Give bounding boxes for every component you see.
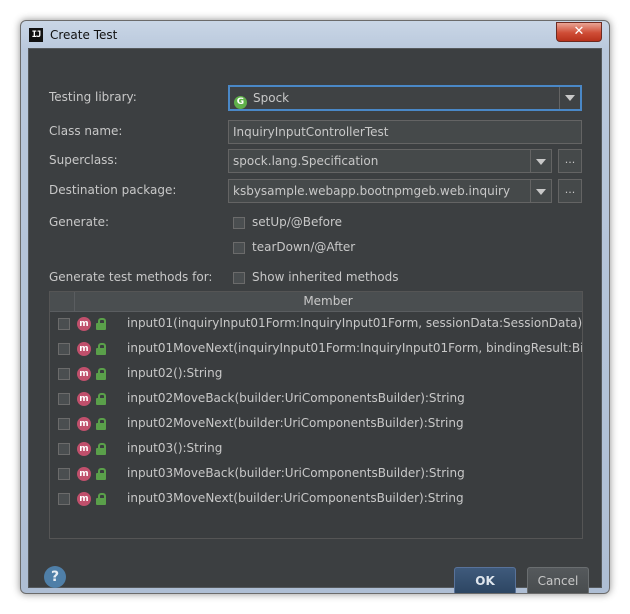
table-row[interactable]: m input03():String xyxy=(50,437,582,462)
row-checkbox[interactable] xyxy=(58,443,70,455)
row-checkbox[interactable] xyxy=(58,368,70,380)
method-icon: m xyxy=(77,442,91,456)
table-header: Member xyxy=(50,292,582,312)
member-column-header: Member xyxy=(303,294,353,308)
chevron-down-icon[interactable] xyxy=(530,150,551,172)
create-test-dialog: IJ Create Test ✕ Testing library: G Spock… xyxy=(20,20,610,594)
testing-library-value: Spock xyxy=(253,91,290,105)
testing-library-label: Testing library: xyxy=(49,90,137,104)
method-signature: input03MoveNext(builder:UriComponentsBui… xyxy=(127,491,464,505)
method-icon: m xyxy=(77,392,91,406)
row-checkbox[interactable] xyxy=(58,343,70,355)
ok-button[interactable]: OK xyxy=(454,567,516,593)
method-icon: m xyxy=(77,492,91,506)
title-bar[interactable]: IJ Create Test ✕ xyxy=(21,21,609,49)
teardown-checkbox[interactable] xyxy=(233,242,245,254)
public-lock-icon xyxy=(96,443,106,455)
method-signature: input01(inquiryInput01Form:InquiryInput0… xyxy=(127,316,583,330)
method-icon: m xyxy=(77,367,91,381)
class-name-label: Class name: xyxy=(49,124,123,138)
member-table[interactable]: Member m input01(inquiryInput01Form:Inqu… xyxy=(49,291,583,539)
method-signature: input03():String xyxy=(127,441,223,455)
chevron-down-icon[interactable] xyxy=(530,180,551,202)
superclass-browse-button[interactable]: ... xyxy=(558,149,582,173)
close-button[interactable]: ✕ xyxy=(556,22,602,42)
public-lock-icon xyxy=(96,343,106,355)
table-row[interactable]: m input03MoveBack(builder:UriComponentsB… xyxy=(50,462,582,487)
table-row[interactable]: m input02MoveNext(builder:UriComponentsB… xyxy=(50,412,582,437)
public-lock-icon xyxy=(96,393,106,405)
public-lock-icon xyxy=(96,368,106,380)
destination-package-value: ksbysample.webapp.bootnpmgeb.web.inquiry xyxy=(233,184,511,198)
row-checkbox[interactable] xyxy=(58,393,70,405)
generate-label: Generate: xyxy=(49,215,110,229)
teardown-option-label: tearDown/@After xyxy=(252,240,356,254)
class-name-input[interactable]: InquiryInputControllerTest xyxy=(228,120,582,144)
table-row[interactable]: m input03MoveNext(builder:UriComponentsB… xyxy=(50,487,582,512)
generate-methods-label: Generate test methods for: xyxy=(49,270,213,284)
method-icon: m xyxy=(77,467,91,481)
method-icon: m xyxy=(77,317,91,331)
method-signature: input02MoveBack(builder:UriComponentsBui… xyxy=(127,391,465,405)
setup-option-label: setUp/@Before xyxy=(252,215,343,229)
method-signature: input02():String xyxy=(127,366,223,380)
method-icon: m xyxy=(77,417,91,431)
testing-library-select[interactable]: G Spock xyxy=(228,85,582,111)
table-row[interactable]: m input01(inquiryInput01Form:InquiryInpu… xyxy=(50,312,582,337)
method-icon: m xyxy=(77,342,91,356)
checkbox-column-header xyxy=(50,292,75,311)
public-lock-icon xyxy=(96,318,106,330)
destination-package-combo[interactable]: ksbysample.webapp.bootnpmgeb.web.inquiry xyxy=(228,179,552,203)
intellij-app-icon: IJ xyxy=(29,28,43,42)
show-inherited-label: Show inherited methods xyxy=(252,270,399,284)
destination-package-label: Destination package: xyxy=(49,183,177,197)
table-row[interactable]: m input02():String xyxy=(50,362,582,387)
chevron-down-icon[interactable] xyxy=(559,87,580,109)
superclass-value: spock.lang.Specification xyxy=(233,154,379,168)
superclass-combo[interactable]: spock.lang.Specification xyxy=(228,149,552,173)
public-lock-icon xyxy=(96,468,106,480)
dialog-content: Testing library: G Spock Class name: Inqu… xyxy=(28,48,602,593)
setup-checkbox[interactable] xyxy=(233,217,245,229)
show-inherited-checkbox[interactable] xyxy=(233,272,245,284)
table-row[interactable]: m input01MoveNext(inquiryInput01Form:Inq… xyxy=(50,337,582,362)
row-checkbox[interactable] xyxy=(58,418,70,430)
method-signature: input02MoveNext(builder:UriComponentsBui… xyxy=(127,416,464,430)
public-lock-icon xyxy=(96,418,106,430)
method-signature: input01MoveNext(inquiryInput01Form:Inqui… xyxy=(127,341,583,355)
row-checkbox[interactable] xyxy=(58,468,70,480)
window-title: Create Test xyxy=(50,28,118,42)
help-icon[interactable]: ? xyxy=(44,566,66,588)
superclass-label: Superclass: xyxy=(49,153,118,167)
public-lock-icon xyxy=(96,493,106,505)
method-signature: input03MoveBack(builder:UriComponentsBui… xyxy=(127,466,465,480)
destination-package-browse-button[interactable]: ... xyxy=(558,179,582,203)
table-row[interactable]: m input02MoveBack(builder:UriComponentsB… xyxy=(50,387,582,412)
row-checkbox[interactable] xyxy=(58,493,70,505)
cancel-button[interactable]: Cancel xyxy=(527,567,589,593)
row-checkbox[interactable] xyxy=(58,318,70,330)
spock-icon: G xyxy=(234,96,247,109)
